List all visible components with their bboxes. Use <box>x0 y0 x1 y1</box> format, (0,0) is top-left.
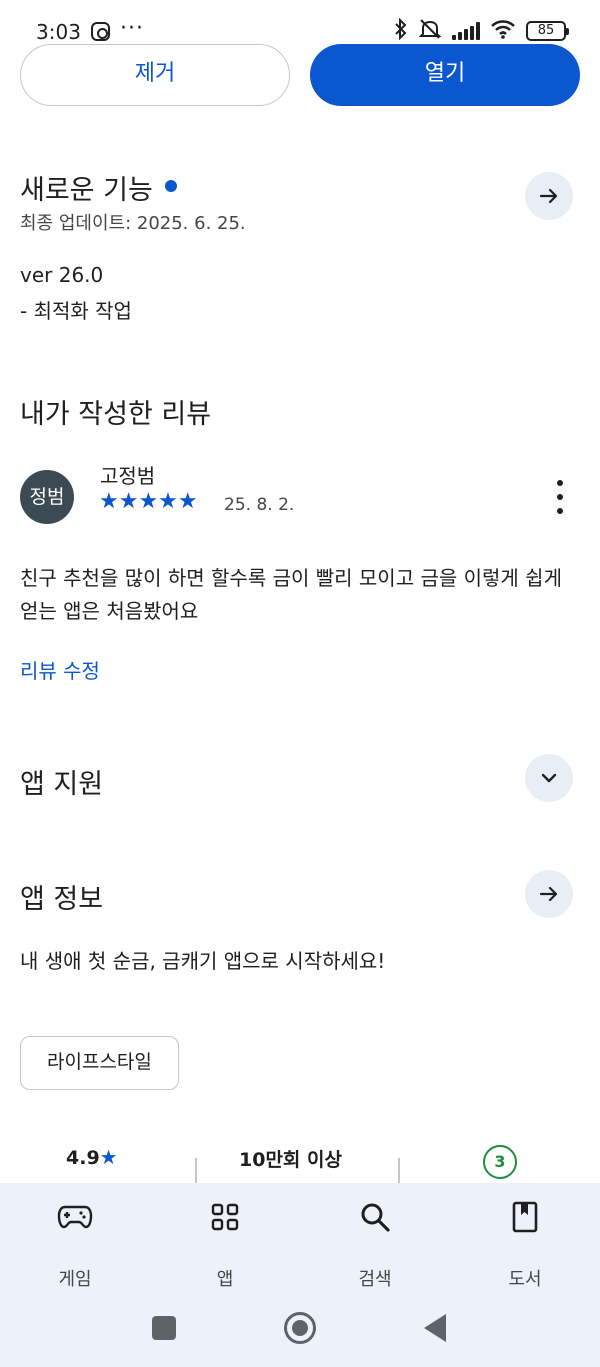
app-info-title[interactable]: 앱 정보 <box>20 877 103 916</box>
signal-icon <box>452 22 480 40</box>
stat-divider <box>398 1158 400 1184</box>
nav-item-apps[interactable]: 앱 <box>170 1199 280 1291</box>
home-button[interactable] <box>284 1312 316 1344</box>
nav-label-apps: 앱 <box>216 1269 234 1290</box>
mute-icon <box>418 18 442 44</box>
nav-label-games: 게임 <box>58 1269 92 1290</box>
rating-value: 4.9 <box>66 1147 100 1169</box>
star-rating: ★★★★★ <box>99 489 198 514</box>
back-button[interactable] <box>424 1314 446 1342</box>
recents-button[interactable] <box>152 1316 176 1340</box>
arrow-right-icon <box>539 188 558 204</box>
remove-button[interactable]: 제거 <box>20 44 290 106</box>
nav-label-search: 검색 <box>358 1269 392 1290</box>
instagram-icon <box>91 22 110 41</box>
app-support-expand-button[interactable] <box>525 754 573 802</box>
last-updated: 최종 업데이트: 2025. 6. 25. <box>20 213 246 234</box>
version-text: ver 26.0 <box>20 263 104 287</box>
bluetooth-icon <box>394 17 408 44</box>
nav-label-books: 도서 <box>508 1269 542 1290</box>
status-time: 3:03 <box>36 20 81 44</box>
reviewer-name: 고정범 <box>100 464 156 488</box>
app-support-title[interactable]: 앱 지원 <box>20 762 103 801</box>
my-review-title: 내가 작성한 리뷰 <box>20 399 212 430</box>
avatar: 정범 <box>20 470 74 524</box>
downloads-stat: 10만회 이상 <box>239 1149 342 1171</box>
nav-item-books[interactable]: 도서 <box>470 1199 580 1291</box>
nav-item-search[interactable]: 검색 <box>320 1199 430 1291</box>
app-info-arrow-button[interactable] <box>525 870 573 918</box>
update-note: - 최적화 작업 <box>20 299 132 323</box>
review-text: 친구 추천을 많이 하면 할수록 금이 빨리 모이고 금을 이렇게 쉽게 얻는 … <box>20 566 562 623</box>
app-description: 내 생애 첫 순금, 금캐기 앱으로 시작하세요! <box>20 949 386 973</box>
gamepad-icon <box>20 1199 130 1235</box>
status-icons: 85 <box>394 17 569 44</box>
rating-stat: 4.9★ <box>66 1145 118 1169</box>
search-icon <box>320 1199 430 1235</box>
edit-review-link[interactable]: 리뷰 수정 <box>20 655 100 684</box>
new-indicator-dot <box>164 179 177 192</box>
nav-item-games[interactable]: 게임 <box>20 1199 130 1291</box>
system-navigation-bar <box>0 1290 600 1367</box>
more-options-icon[interactable] <box>552 480 568 514</box>
chevron-down-icon <box>541 773 557 783</box>
whats-new-arrow-button[interactable] <box>525 172 573 220</box>
star-icon: ★ <box>99 1145 118 1169</box>
category-chip[interactable]: 라이프스타일 <box>20 1036 179 1090</box>
review-date: 25. 8. 2. <box>224 495 295 515</box>
battery-icon: 85 <box>526 21 569 41</box>
apps-grid-icon <box>170 1199 280 1235</box>
stat-divider <box>195 1158 197 1184</box>
whats-new-title[interactable]: 새로운 기능 <box>20 168 177 207</box>
book-icon <box>470 1199 580 1235</box>
wifi-icon <box>490 19 516 43</box>
whats-new-label: 새로운 기능 <box>20 175 153 206</box>
content-rating-badge: 3 <box>483 1145 517 1179</box>
arrow-right-icon <box>539 886 558 902</box>
more-notifications-icon: ··· <box>120 16 144 41</box>
open-button[interactable]: 열기 <box>310 44 580 106</box>
